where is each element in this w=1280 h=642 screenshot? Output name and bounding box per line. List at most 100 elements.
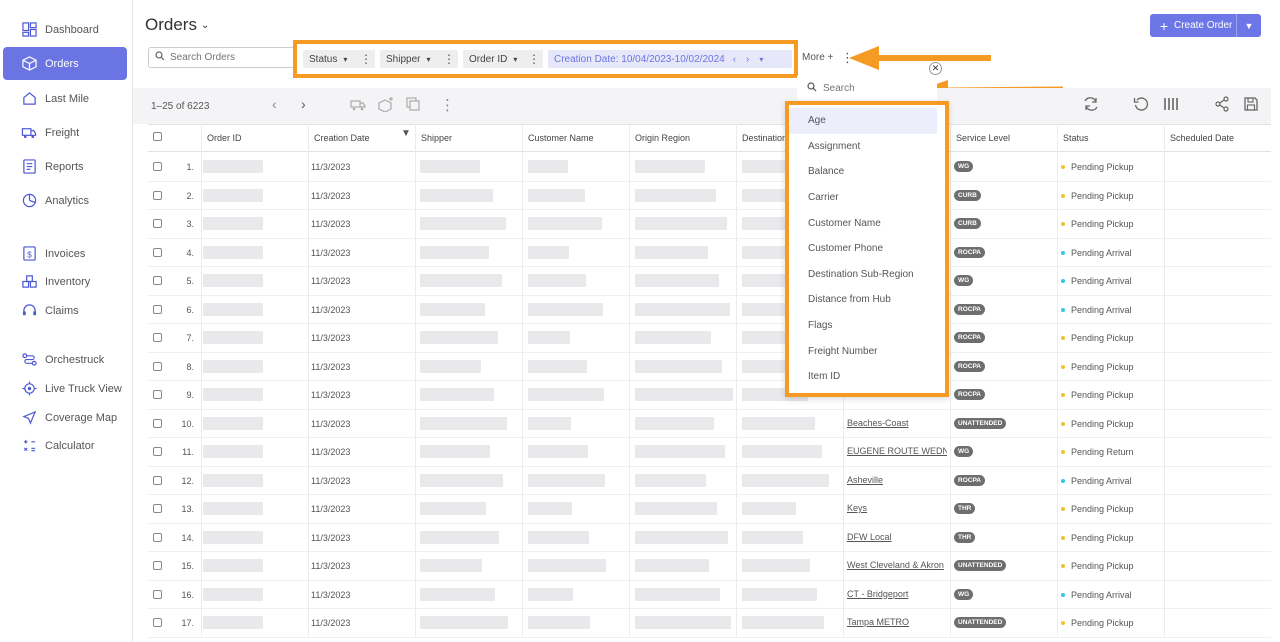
search-orders-field[interactable]: [148, 47, 298, 68]
table-row[interactable]: 5. 11/3/2023 WG Pending Arrival: [148, 267, 1271, 296]
column-header-creation-date[interactable]: Creation Date: [314, 133, 370, 143]
row-checkbox[interactable]: [153, 162, 162, 171]
table-row[interactable]: 10. 11/3/2023 Beaches-Coast UNATTENDED P…: [148, 410, 1271, 438]
row-checkbox[interactable]: [153, 247, 162, 257]
page-title-dropdown[interactable]: Orders ⌄: [145, 15, 209, 35]
add-to-box-icon[interactable]: [377, 96, 395, 116]
table-row[interactable]: 12. 11/3/2023 Asheville ROCPA Pending Ar…: [148, 467, 1271, 495]
table-row[interactable]: 2. 11/3/2023 CURB Pending Pickup: [148, 182, 1271, 210]
row-checkbox[interactable]: [153, 361, 162, 371]
sidebar-item-orders[interactable]: Orders: [3, 47, 127, 80]
table-row[interactable]: 13. 11/3/2023 Keys THR Pending Pickup: [148, 495, 1271, 524]
column-header-origin-region[interactable]: Origin Region: [635, 133, 690, 143]
sub-region-link[interactable]: Keys: [847, 503, 947, 513]
columns-icon[interactable]: [1163, 96, 1179, 116]
table-row[interactable]: 14. 11/3/2023 DFW Local THR Pending Pick…: [148, 524, 1271, 552]
column-search-input[interactable]: [823, 82, 923, 94]
column-search-field[interactable]: [797, 76, 937, 100]
share-icon[interactable]: [1214, 96, 1230, 116]
column-header-scheduled-date[interactable]: Scheduled Date: [1170, 133, 1234, 143]
sidebar-item-dashboard[interactable]: Dashboard: [3, 13, 127, 46]
row-checkbox[interactable]: [153, 333, 162, 342]
table-row[interactable]: 3. 11/3/2023 CURB Pending Pickup: [148, 210, 1271, 239]
dropdown-option[interactable]: Customer Phone: [789, 236, 937, 262]
kebab-icon[interactable]: ⋮: [440, 96, 455, 114]
kebab-icon[interactable]: ⋮: [443, 52, 455, 66]
dropdown-option[interactable]: Customer Name: [789, 210, 937, 236]
row-checkbox[interactable]: [153, 589, 162, 599]
table-row[interactable]: 9. 11/3/2023 ROCPA Pending Pickup: [148, 381, 1271, 410]
sub-region-link[interactable]: Asheville: [847, 475, 947, 485]
filter-order-id[interactable]: Order ID ▾ ⋮: [463, 50, 543, 68]
sidebar-item-freight[interactable]: Freight: [3, 116, 127, 149]
sub-region-link[interactable]: Tampa METRO: [847, 617, 947, 627]
row-checkbox[interactable]: [153, 276, 162, 285]
filter-status[interactable]: Status ▾ ⋮: [303, 50, 375, 68]
sub-region-link[interactable]: DFW Local: [847, 532, 947, 542]
dropdown-option[interactable]: Item ID: [789, 364, 937, 390]
column-header-customer-name[interactable]: Customer Name: [528, 133, 594, 143]
search-orders-input[interactable]: [170, 52, 290, 63]
more-filters-button[interactable]: More +: [802, 52, 833, 63]
row-checkbox[interactable]: [153, 504, 162, 513]
dropdown-option[interactable]: Carrier: [789, 185, 937, 211]
dropdown-option[interactable]: Age: [789, 108, 937, 134]
create-order-button[interactable]: + Create Order ▼: [1150, 14, 1261, 37]
sidebar-item-analytics[interactable]: Analytics: [3, 184, 127, 217]
copy-icon[interactable]: [405, 96, 421, 116]
sidebar-item-claims[interactable]: Claims: [3, 294, 127, 327]
row-checkbox[interactable]: [153, 390, 162, 399]
table-row[interactable]: 6. 11/3/2023 ROCPA Pending Arrival: [148, 296, 1271, 324]
filter-shipper[interactable]: Shipper ▾ ⋮: [380, 50, 458, 68]
table-row[interactable]: 8. 11/3/2023 ROCPA Pending Pickup: [148, 353, 1271, 381]
row-checkbox[interactable]: [153, 561, 162, 570]
sub-region-link[interactable]: CT - Bridgeport: [847, 589, 947, 599]
row-checkbox[interactable]: [153, 475, 162, 485]
row-checkbox[interactable]: [153, 304, 162, 314]
column-header-service-level[interactable]: Service Level: [956, 133, 1010, 143]
dropdown-option[interactable]: Assignment: [789, 134, 937, 160]
table-row[interactable]: 4. 11/3/2023 ROCPA Pending Arrival: [148, 239, 1271, 267]
dropdown-option[interactable]: Freight Number: [789, 338, 937, 364]
dropdown-option[interactable]: Destination Sub-Region: [789, 262, 937, 288]
table-row[interactable]: 11. 11/3/2023 EUGENE ROUTE WEDNE... WG P…: [148, 438, 1271, 467]
sort-down-icon[interactable]: ▼: [401, 128, 411, 139]
dropdown-option[interactable]: Balance: [789, 159, 937, 185]
sub-region-link[interactable]: Beaches-Coast: [847, 418, 947, 428]
save-icon[interactable]: [1243, 96, 1259, 116]
select-all-checkbox[interactable]: [153, 132, 162, 141]
chevron-right-icon[interactable]: ›: [301, 96, 306, 112]
sidebar-item-calculator[interactable]: Calculator: [3, 429, 127, 462]
kebab-icon[interactable]: ⋮: [528, 52, 540, 66]
chevron-down-icon[interactable]: ▾: [759, 55, 763, 64]
sidebar-item-reports[interactable]: Reports: [3, 150, 127, 183]
chevron-left-icon[interactable]: ‹: [733, 54, 736, 65]
table-row[interactable]: 15. 11/3/2023 West Cleveland & Akron UNA…: [148, 552, 1271, 581]
refresh-icon[interactable]: [1082, 96, 1100, 116]
table-row[interactable]: 7. 11/3/2023 ROCPA Pending Pickup: [148, 324, 1271, 353]
column-header-status[interactable]: Status: [1063, 133, 1089, 143]
sub-region-link[interactable]: EUGENE ROUTE WEDNE...: [847, 446, 947, 456]
row-checkbox[interactable]: [153, 418, 162, 428]
kebab-icon[interactable]: ⋮: [360, 52, 372, 66]
dropdown-option[interactable]: Distance from Hub: [789, 287, 937, 313]
truck-ramp-icon[interactable]: [349, 96, 367, 116]
filter-creation-date[interactable]: Creation Date: 10/04/2023-10/02/2024 ‹ ›…: [548, 50, 792, 68]
row-checkbox[interactable]: [153, 219, 162, 228]
sidebar-item-last-mile[interactable]: Last Mile: [3, 82, 127, 115]
column-header-order-id[interactable]: Order ID: [207, 133, 242, 143]
dropdown-option[interactable]: Flags: [789, 313, 937, 339]
column-header-shipper[interactable]: Shipper: [421, 133, 452, 143]
table-row[interactable]: 16. 11/3/2023 CT - Bridgeport WG Pending…: [148, 581, 1271, 609]
sub-region-link[interactable]: West Cleveland & Akron: [847, 560, 947, 570]
table-row[interactable]: 1. 11/3/2023 WG Pending Pickup: [148, 153, 1271, 182]
undo-icon[interactable]: [1133, 96, 1149, 116]
row-checkbox[interactable]: [153, 447, 162, 456]
row-checkbox[interactable]: [153, 618, 162, 627]
close-icon[interactable]: ✕: [929, 62, 942, 75]
chevron-left-icon[interactable]: ‹: [272, 96, 277, 112]
row-checkbox[interactable]: [153, 190, 162, 200]
caret-down-icon[interactable]: ▼: [1237, 14, 1261, 37]
row-checkbox[interactable]: [153, 532, 162, 542]
table-row[interactable]: 17. 11/3/2023 Tampa METRO UNATTENDED Pen…: [148, 609, 1271, 638]
